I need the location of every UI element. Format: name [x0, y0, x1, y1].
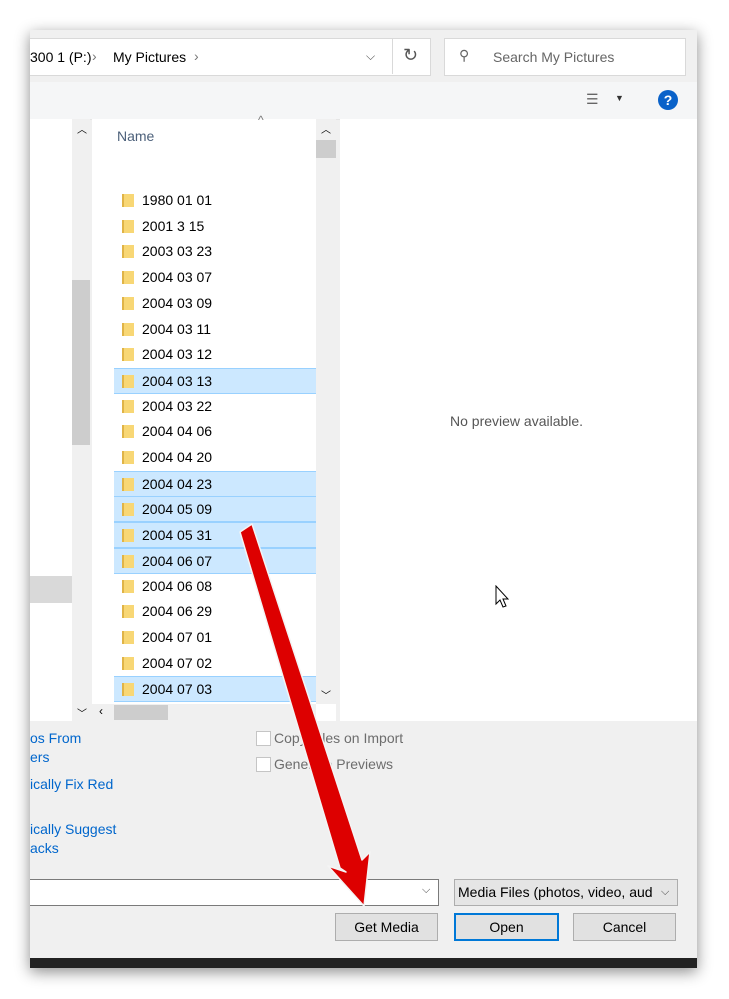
arrow-shape: [239, 523, 371, 907]
mouse-cursor-icon: [495, 585, 509, 608]
annotation-arrow: [239, 523, 371, 907]
